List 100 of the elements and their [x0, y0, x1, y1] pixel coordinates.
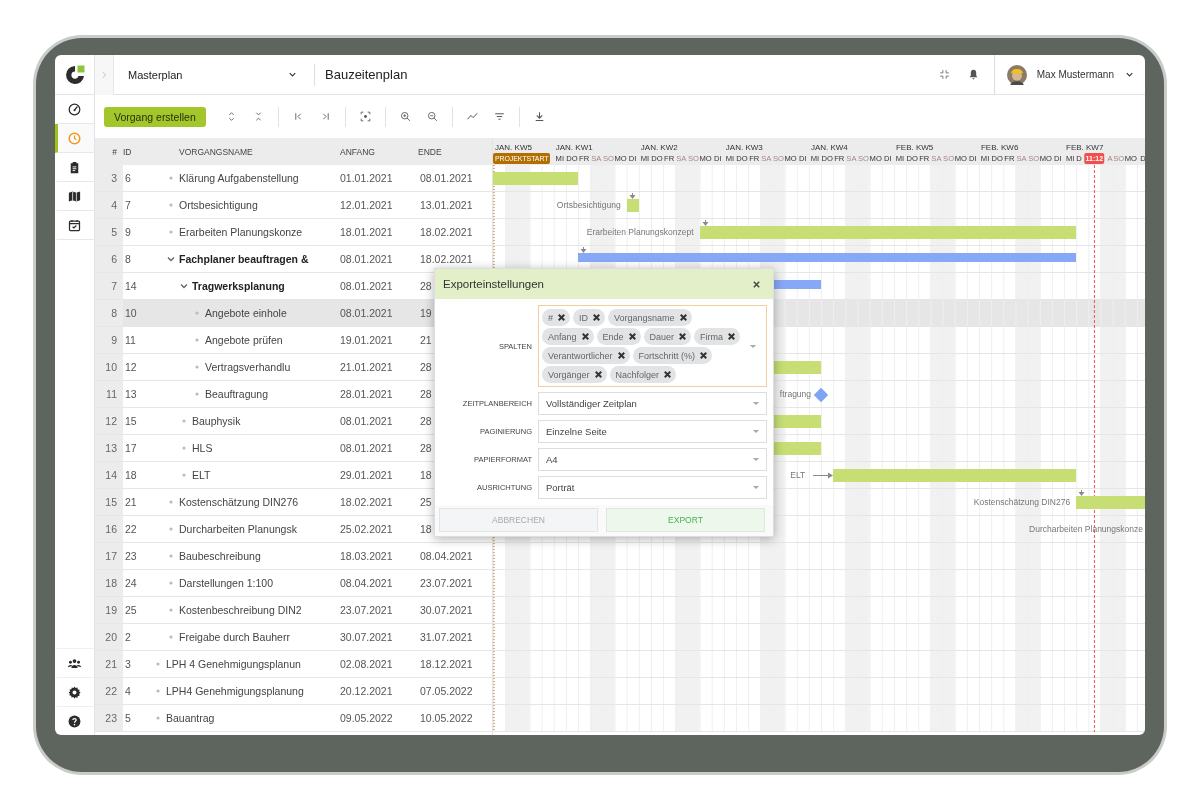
- table-cell-text: 3: [124, 657, 132, 672]
- columns-multiselect[interactable]: # ID Vorgangsname Anfang Ende Dauer Firma Verantwortlicher Fortschritt (%) Vorgänger Nachfolger: [538, 305, 767, 387]
- table-cell-text: 28: [419, 387, 433, 402]
- column-chip[interactable]: Nachfolger: [609, 366, 677, 383]
- filter-icon[interactable]: [492, 110, 506, 123]
- table-cell-text: 25: [419, 495, 433, 510]
- table-cell-text: 18.02.2021: [340, 495, 394, 510]
- bar-label: Ortsbesichtigung: [556, 200, 621, 211]
- select-field[interactable]: Porträt: [538, 476, 767, 499]
- remove-icon[interactable]: [591, 312, 602, 323]
- task-name: Erarbeiten Planungskonze: [179, 226, 303, 238]
- remove-icon[interactable]: [698, 350, 710, 361]
- task-name: Fachplaner beauftragen &: [179, 253, 309, 265]
- table-cell-text: 07.05.2022: [419, 684, 474, 699]
- task-name: Kostenbeschreibung DIN2: [179, 604, 302, 616]
- zoom-out-icon[interactable]: [425, 110, 439, 123]
- table-cell-text: 30.07.2021: [340, 630, 394, 645]
- caret-icon[interactable]: [179, 281, 189, 291]
- row-number: 4: [95, 192, 123, 218]
- row-number: 10: [95, 354, 123, 380]
- task-name: Tragwerksplanung: [192, 280, 285, 292]
- table-cell-text: 18: [419, 522, 433, 537]
- remove-icon[interactable]: [615, 350, 627, 361]
- task-name: Ortsbesichtigung: [179, 199, 258, 211]
- task-name: Kostenschätzung DIN276: [179, 496, 299, 508]
- help-icon: [67, 713, 82, 729]
- focus-icon[interactable]: [358, 110, 372, 123]
- table-cell-text: 20.12.2021: [340, 684, 394, 699]
- table-cell-text: 8: [124, 252, 132, 267]
- row-number: 3: [95, 165, 123, 191]
- user-menu[interactable]: Max Mustermann: [1006, 59, 1145, 90]
- page-title: Bauzeitenplan: [325, 67, 408, 82]
- column-header[interactable]: ID: [123, 146, 149, 157]
- select-field[interactable]: A4: [538, 448, 767, 471]
- sidebar-toggle[interactable]: [95, 55, 114, 95]
- column-chip[interactable]: Vorgänger: [542, 366, 607, 383]
- caret-icon[interactable]: [166, 254, 176, 264]
- column-chip[interactable]: Anfang: [542, 328, 594, 345]
- week-label: FEB. KW5: [894, 141, 935, 152]
- task-name: LPH 4 Genehmigungsplanun: [166, 658, 301, 670]
- remove-icon[interactable]: [579, 331, 591, 342]
- row-number: 23: [95, 705, 123, 731]
- table-cell-text: 18.01.2021: [340, 225, 394, 240]
- task-name: Vertragsverhandlu: [205, 361, 291, 373]
- calendar-check-icon: [67, 217, 82, 233]
- remove-icon[interactable]: [726, 331, 738, 342]
- table-cell-text: 15: [124, 414, 138, 429]
- create-task-button[interactable]: Vorgang erstellen: [104, 106, 206, 127]
- gauge-icon: [67, 101, 82, 117]
- week-label: JAN. KW5: [494, 141, 533, 152]
- bar-label: Durcharbeiten Planungskonze: [1029, 524, 1143, 535]
- dropdown-arrow-icon: [752, 485, 760, 490]
- column-header[interactable]: ENDE: [418, 146, 493, 157]
- zoom-in-icon[interactable]: [398, 110, 412, 123]
- column-chip[interactable]: #: [542, 309, 570, 326]
- column-chip[interactable]: ID: [573, 309, 605, 326]
- project-dropdown[interactable]: Masterplan: [128, 61, 306, 88]
- column-chip[interactable]: Fortschritt (%): [632, 347, 713, 364]
- column-header[interactable]: ANFANG: [340, 146, 418, 157]
- table-cell-text: 28: [419, 279, 433, 294]
- select-field[interactable]: Einzelne Seite: [538, 420, 767, 443]
- task-name: HLS: [192, 442, 213, 454]
- row-number: 13: [95, 435, 123, 461]
- bar-label: ELT: [790, 470, 806, 481]
- table-cell-text: 28: [419, 441, 433, 456]
- remove-icon[interactable]: [626, 331, 638, 342]
- task-name: Durcharbeiten Planungsk: [179, 523, 297, 535]
- remove-icon[interactable]: [677, 312, 689, 323]
- column-header[interactable]: #: [95, 146, 123, 157]
- table-cell-text: 08.04.2021: [419, 549, 474, 564]
- remove-icon[interactable]: [592, 369, 604, 380]
- remove-icon[interactable]: [662, 369, 674, 380]
- column-chip[interactable]: Verantwortlicher: [542, 347, 630, 364]
- table-cell-text: 21: [124, 495, 138, 510]
- row-number: 11: [95, 381, 123, 407]
- table-cell-text: 19.01.2021: [340, 333, 394, 348]
- bar-label: Kostenschätzung DIN276: [973, 497, 1071, 508]
- column-chip[interactable]: Ende: [596, 328, 641, 345]
- table-cell-text: 22: [124, 522, 138, 537]
- column-chip[interactable]: Dauer: [643, 328, 692, 345]
- table-cell: 19: [418, 300, 434, 326]
- column-chip[interactable]: Firma: [694, 328, 741, 345]
- table-cell-text: 08.01.2021: [340, 279, 394, 294]
- table-cell-text: 9: [124, 225, 132, 240]
- table-cell-text: 12: [124, 360, 138, 375]
- row-number: 14: [95, 462, 123, 488]
- remove-icon[interactable]: [677, 331, 689, 342]
- select-field[interactable]: Vollständiger Zeitplan: [538, 392, 767, 415]
- avatar: [1006, 64, 1027, 85]
- table-cell-text: 08.01.2021: [340, 252, 394, 267]
- close-icon[interactable]: [752, 279, 761, 289]
- column-chip[interactable]: Vorgangsname: [608, 309, 692, 326]
- export-button[interactable]: EXPORT: [606, 508, 765, 532]
- table-cell-text: 02.08.2021: [340, 657, 394, 672]
- column-header[interactable]: VORGANGSNAME: [149, 146, 340, 157]
- remove-icon[interactable]: [556, 312, 567, 323]
- row-number: 20: [95, 624, 123, 650]
- week-label: FEB. KW6: [980, 141, 1020, 152]
- week-label: JAN. KW2: [639, 141, 679, 152]
- task-name: Angebote einhole: [205, 307, 287, 319]
